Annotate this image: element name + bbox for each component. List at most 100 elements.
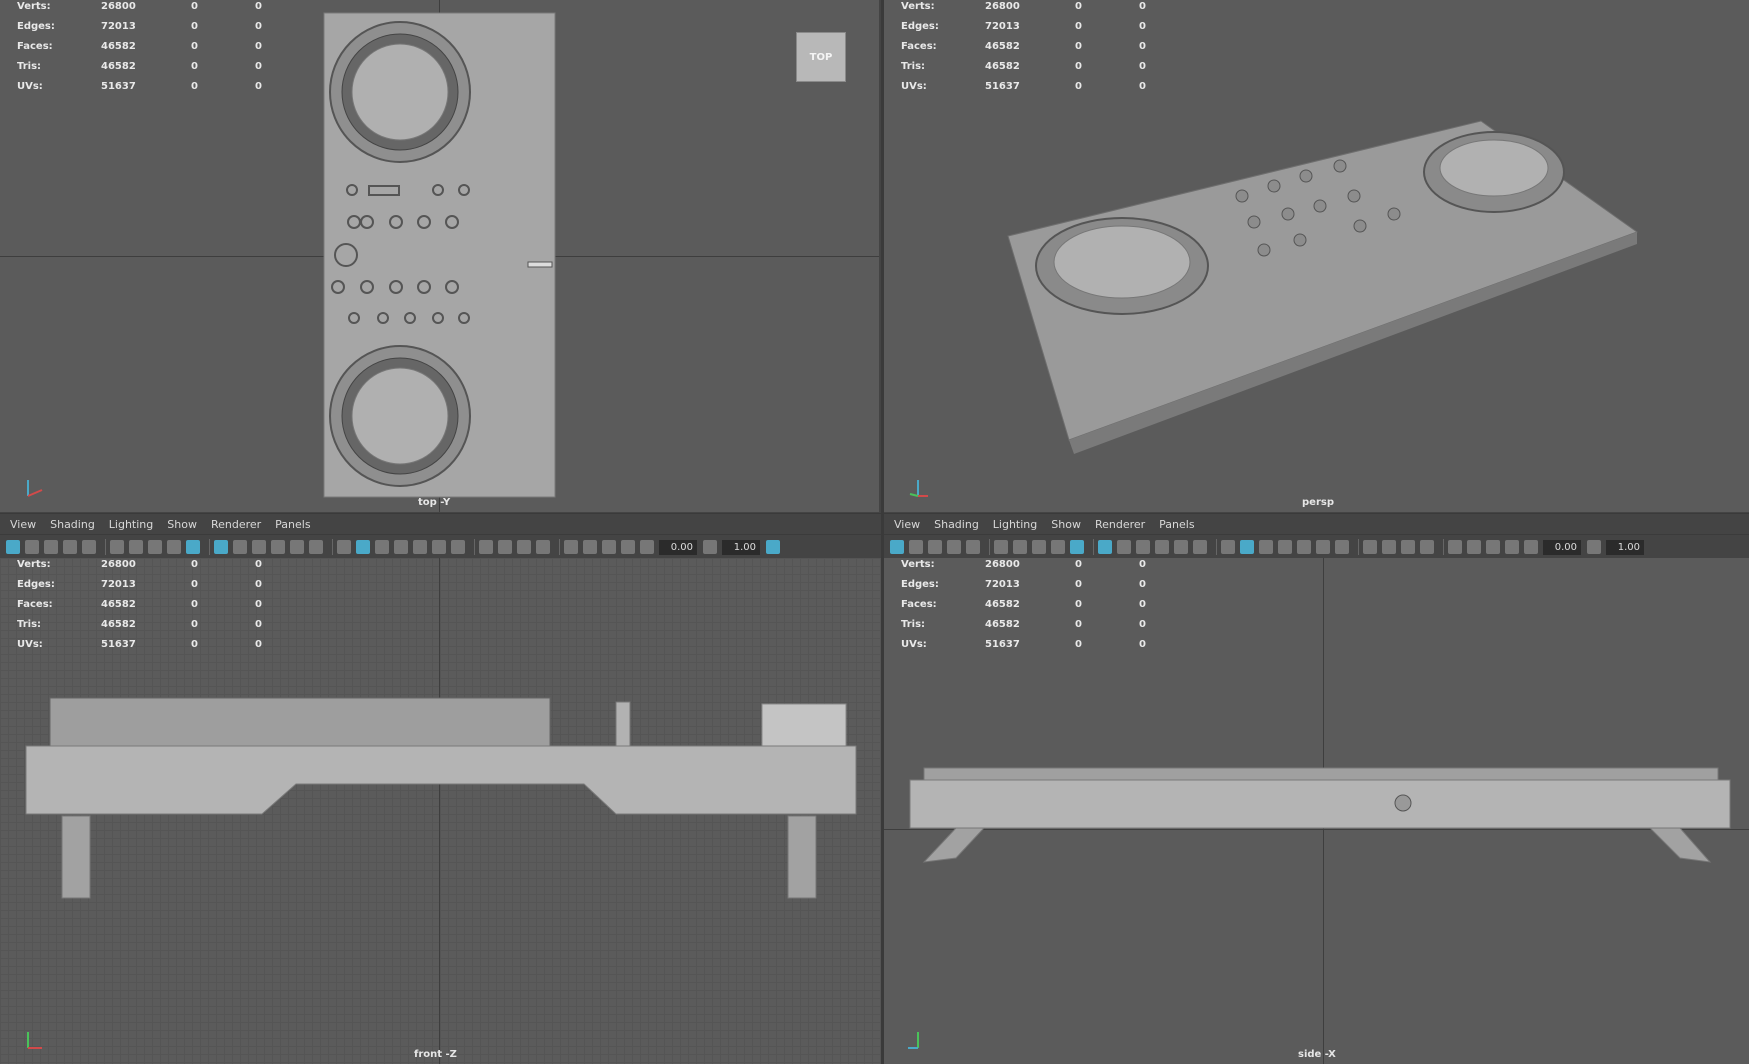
gamma-field[interactable]: 1.00 (1606, 539, 1644, 555)
film-gate-icon[interactable] (82, 540, 96, 554)
dj-controller-side-model[interactable] (884, 558, 1749, 1064)
menu-lighting[interactable]: Lighting (993, 518, 1037, 531)
camera-attributes-icon[interactable] (25, 540, 39, 554)
safe-area-icon[interactable] (252, 540, 266, 554)
camera-label: side -X (1298, 1049, 1336, 1060)
two-d-pan-icon[interactable] (148, 540, 162, 554)
toolbar-separator (1358, 539, 1359, 555)
viewcube[interactable]: TOP (796, 32, 846, 82)
exposure-field[interactable]: 0.00 (659, 539, 697, 555)
camera-icon[interactable] (110, 540, 124, 554)
viewport-front[interactable]: Verts: 26800 0 0 Edges: 72013 0 0 Faces: 46582 0… (0, 558, 881, 1064)
light-icon[interactable] (1316, 540, 1330, 554)
menu-panels[interactable]: Panels (1159, 518, 1194, 531)
exposure-icon[interactable] (640, 540, 654, 554)
safe-title-icon[interactable] (1174, 540, 1188, 554)
xray-icon[interactable] (186, 540, 200, 554)
backface-icon[interactable] (621, 540, 635, 554)
bookmark-icon[interactable] (928, 540, 942, 554)
motion-blur-icon[interactable] (1382, 540, 1396, 554)
menu-panels[interactable]: Panels (275, 518, 310, 531)
depth-of-field-icon[interactable] (1420, 540, 1434, 554)
exposure-field[interactable]: 0.00 (1543, 539, 1581, 555)
grid-icon[interactable] (214, 540, 228, 554)
anti-aliasing-icon[interactable] (1401, 540, 1415, 554)
bookmark-icon[interactable] (44, 540, 58, 554)
viewport-persp[interactable]: Verts: 26800 0 0 Edges: 72013 0 0 Faces: 46582 0… (884, 0, 1749, 513)
dj-controller-top-model[interactable] (0, 0, 879, 512)
camera-attributes-icon[interactable] (909, 540, 923, 554)
menu-shading[interactable]: Shading (50, 518, 95, 531)
dj-controller-front-model[interactable] (0, 558, 881, 1064)
viewport-side[interactable]: Verts: 26800 0 0 Edges: 72013 0 0 Faces: 46582 0… (884, 558, 1749, 1064)
field-chart-icon[interactable] (1155, 540, 1169, 554)
safe-title-icon[interactable] (290, 540, 304, 554)
grid-icon[interactable] (1098, 540, 1112, 554)
wireframe-icon[interactable] (337, 540, 351, 554)
image-plane-icon[interactable] (63, 540, 77, 554)
resolution-gate-icon[interactable] (233, 540, 247, 554)
default-material-icon[interactable] (375, 540, 389, 554)
shadows-icon[interactable] (451, 540, 465, 554)
ambient-occlusion-icon[interactable] (479, 540, 493, 554)
dj-controller-persp-model[interactable] (884, 0, 1749, 512)
viewport-top[interactable]: Verts: 26800 0 0 Edges: 72013 0 0 Faces: 46582 0… (0, 0, 881, 513)
default-material-icon[interactable] (1259, 540, 1273, 554)
xray-joints-icon[interactable] (583, 540, 597, 554)
grease-pencil-icon[interactable] (1051, 540, 1065, 554)
smooth-shade-icon[interactable] (1240, 540, 1254, 554)
image-plane-icon[interactable] (947, 540, 961, 554)
menu-shading[interactable]: Shading (934, 518, 979, 531)
safe-area-icon[interactable] (1136, 540, 1150, 554)
light-icon[interactable] (432, 540, 446, 554)
xray-active-icon[interactable] (602, 540, 616, 554)
gamma-field[interactable]: 1.00 (722, 539, 760, 555)
two-d-pan-icon[interactable] (1032, 540, 1046, 554)
toolbar-separator (1093, 539, 1094, 555)
depth-of-field-icon[interactable] (536, 540, 550, 554)
menu-show[interactable]: Show (167, 518, 197, 531)
menu-view[interactable]: View (894, 518, 920, 531)
select-camera-icon[interactable] (6, 540, 20, 554)
menu-renderer[interactable]: Renderer (1095, 518, 1145, 531)
axis-gizmo-icon (27, 1032, 42, 1049)
menu-lighting[interactable]: Lighting (109, 518, 153, 531)
axis-gizmo-icon (908, 1032, 919, 1049)
gamma-icon[interactable] (703, 540, 717, 554)
shadows-icon[interactable] (1335, 540, 1349, 554)
text-icon[interactable] (309, 540, 323, 554)
field-chart-icon[interactable] (271, 540, 285, 554)
wireframe-icon[interactable] (1221, 540, 1235, 554)
axis-gizmo-icon (27, 480, 43, 497)
wireframe-on-shaded-icon[interactable] (1278, 540, 1292, 554)
color-management-icon[interactable] (766, 540, 780, 554)
camera-label: top -Y (418, 497, 451, 508)
text-icon[interactable] (1193, 540, 1207, 554)
lock-camera-icon[interactable] (129, 540, 143, 554)
menu-view[interactable]: View (10, 518, 36, 531)
textured-icon[interactable] (413, 540, 427, 554)
textured-icon[interactable] (1297, 540, 1311, 554)
backface-icon[interactable] (1505, 540, 1519, 554)
smooth-shade-icon[interactable] (356, 540, 370, 554)
resolution-gate-icon[interactable] (1117, 540, 1131, 554)
menu-show[interactable]: Show (1051, 518, 1081, 531)
xray-active-icon[interactable] (1486, 540, 1500, 554)
lock-camera-icon[interactable] (1013, 540, 1027, 554)
anti-aliasing-icon[interactable] (517, 540, 531, 554)
xray-icon[interactable] (1070, 540, 1084, 554)
toolbar-separator (105, 539, 106, 555)
select-camera-icon[interactable] (890, 540, 904, 554)
wireframe-on-shaded-icon[interactable] (394, 540, 408, 554)
xray-joints-icon[interactable] (1467, 540, 1481, 554)
camera-icon[interactable] (994, 540, 1008, 554)
ambient-occlusion-icon[interactable] (1363, 540, 1377, 554)
isolate-icon[interactable] (1448, 540, 1462, 554)
motion-blur-icon[interactable] (498, 540, 512, 554)
film-gate-icon[interactable] (966, 540, 980, 554)
gamma-icon[interactable] (1587, 540, 1601, 554)
menu-renderer[interactable]: Renderer (211, 518, 261, 531)
isolate-icon[interactable] (564, 540, 578, 554)
grease-pencil-icon[interactable] (167, 540, 181, 554)
exposure-icon[interactable] (1524, 540, 1538, 554)
